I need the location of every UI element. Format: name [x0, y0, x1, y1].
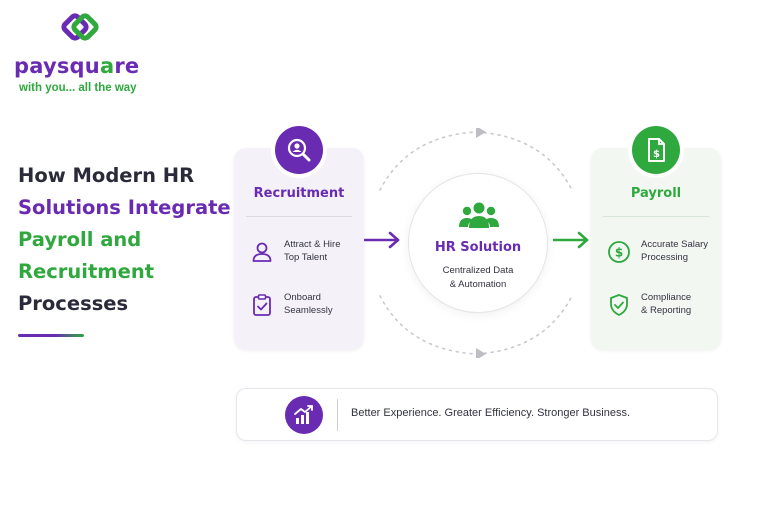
growth-chart-icon [285, 396, 323, 434]
divider [603, 216, 709, 217]
logo-mark-icon [61, 13, 99, 41]
magnifier-person-icon [275, 126, 323, 174]
payroll-card: $ Payroll $ Accurate Salary Processing Co… [591, 126, 721, 350]
page-headline: How Modern HR Solutions Integrate Payrol… [18, 160, 231, 320]
divider [337, 399, 338, 431]
benefits-text: Better Experience. Greater Efficiency. S… [351, 407, 631, 419]
list-item: $ Accurate Salary Processing [607, 238, 715, 268]
arrow-right-icon [553, 231, 589, 249]
recruitment-card: Recruitment Attract & Hire Top Talent Onb… [234, 126, 364, 350]
clipboard-check-icon [253, 294, 271, 316]
person-icon [252, 242, 272, 262]
headline-line-1: How Modern HR [18, 164, 195, 187]
dollar-circle-icon: $ [608, 241, 630, 263]
list-item: Onboard Seamlessly [250, 291, 358, 321]
payroll-title: Payroll [630, 186, 682, 201]
document-dollar-icon: $ [632, 126, 680, 174]
team-icon [459, 202, 499, 228]
headline-line-5: Processes [18, 292, 129, 315]
logo-tagline: with you... all the way [19, 82, 137, 94]
recruitment-title: Recruitment [253, 186, 345, 201]
svg-text:$: $ [615, 246, 623, 260]
shield-check-icon [610, 294, 628, 316]
logo-wordmark: paysquare [14, 54, 140, 78]
brand-logo: paysquare with you... all the way [14, 12, 144, 96]
headline-underline [18, 334, 84, 337]
list-item: Attract & Hire Top Talent [250, 238, 358, 268]
hr-solution-subtitle: Centralized Data & Automation [442, 265, 514, 290]
headline-line-2: Solutions Integrate [18, 196, 231, 219]
list-item: Compliance & Reporting [607, 291, 715, 321]
benefits-banner: Better Experience. Greater Efficiency. S… [236, 388, 718, 441]
headline-line-4: Recruitment [18, 260, 155, 283]
hr-solution-hub: HR Solution Centralized Data & Automatio… [408, 173, 548, 313]
hr-solution-title: HR Solution [434, 240, 522, 255]
divider [246, 216, 352, 217]
svg-text:$: $ [653, 149, 660, 160]
headline-line-3: Payroll and [18, 228, 142, 251]
